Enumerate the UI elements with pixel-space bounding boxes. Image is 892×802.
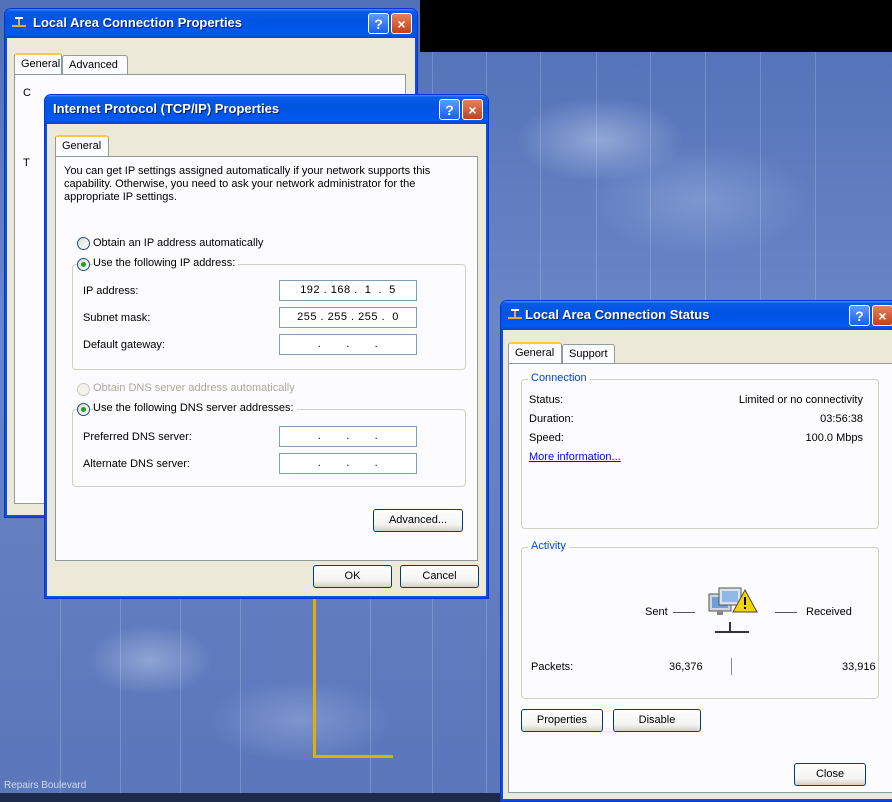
close-button[interactable]: ×: [391, 13, 412, 34]
map-road: [313, 595, 316, 755]
close-icon: ×: [397, 16, 406, 32]
close-button[interactable]: ×: [872, 305, 892, 326]
tab-panel: Connection Status: Limited or no connect…: [508, 363, 892, 793]
close-icon: ×: [878, 308, 887, 324]
connection-legend: Connection: [528, 372, 590, 384]
speed-value: 100.0 Mbps: [805, 432, 863, 444]
lac-properties-titlebar[interactable]: Local Area Connection Properties ? ×: [5, 9, 417, 38]
alternate-dns-label: Alternate DNS server:: [83, 458, 190, 470]
ip-address-field[interactable]: 192 . 168 . 1 . 5: [279, 280, 417, 301]
activity-legend: Activity: [528, 540, 569, 552]
duration-label: Duration:: [529, 413, 574, 425]
help-icon: ?: [445, 102, 454, 118]
ip-address-label: IP address:: [83, 285, 139, 297]
radio-label: Use the following IP address:: [93, 257, 239, 269]
window-title: Local Area Connection Status: [525, 307, 710, 322]
received-line: [775, 612, 797, 613]
help-button[interactable]: ?: [849, 305, 870, 326]
preferred-dns-label: Preferred DNS server:: [83, 431, 192, 443]
sent-label: Sent: [645, 606, 668, 618]
window-title: Internet Protocol (TCP/IP) Properties: [53, 101, 280, 116]
tcpip-properties-window[interactable]: Internet Protocol (TCP/IP) Properties ? …: [44, 94, 489, 599]
packets-received-value: 33,916: [842, 661, 876, 673]
map-label: Repairs Boulevard: [4, 780, 87, 791]
packets-divider: [731, 658, 732, 675]
help-icon: ?: [855, 308, 864, 324]
properties-button[interactable]: Properties: [521, 709, 603, 732]
radio-label: Use the following DNS server addresses:: [93, 402, 297, 414]
packets-sent-value: 36,376: [669, 661, 703, 673]
radio-use-following-ip[interactable]: [77, 258, 90, 271]
network-icon: [708, 587, 758, 633]
partial-label: C: [23, 87, 31, 99]
activity-group: Activity: [521, 540, 879, 699]
window-body: General You can get IP settings assigned…: [48, 124, 485, 595]
duration-value: 03:56:38: [820, 413, 863, 425]
tab-general[interactable]: General: [14, 53, 62, 74]
radio-label: Obtain an IP address automatically: [93, 237, 264, 249]
alternate-dns-field[interactable]: . . .: [279, 453, 417, 474]
status-label: Status:: [529, 394, 564, 406]
map-road: [313, 755, 393, 758]
tab-general[interactable]: General: [508, 342, 562, 363]
description-text: You can get IP settings assigned automat…: [64, 165, 431, 203]
network-icon: [12, 17, 26, 27]
status-titlebar[interactable]: Local Area Connection Status ? ×: [501, 301, 892, 330]
help-button[interactable]: ?: [368, 13, 389, 34]
preferred-dns-field[interactable]: . . .: [279, 426, 417, 447]
cancel-button[interactable]: Cancel: [400, 565, 479, 588]
window-body: General Support Connection Status: Limit…: [504, 330, 892, 798]
sent-line: [673, 612, 695, 613]
packets-label: Packets:: [531, 661, 574, 673]
default-gateway-label: Default gateway:: [83, 339, 165, 351]
lac-status-window[interactable]: Local Area Connection Status ? × General…: [500, 300, 892, 802]
speed-label: Speed:: [529, 432, 564, 444]
help-icon: ?: [374, 16, 383, 32]
received-label: Received: [806, 606, 852, 618]
tcpip-titlebar[interactable]: Internet Protocol (TCP/IP) Properties ? …: [45, 95, 488, 124]
radio-use-following-dns[interactable]: [77, 403, 90, 416]
ok-button[interactable]: OK: [313, 565, 392, 588]
more-information-link[interactable]: More information...: [529, 451, 621, 463]
advanced-button[interactable]: Advanced...: [373, 509, 463, 532]
radio-label: Obtain DNS server address automatically: [93, 382, 295, 394]
subnet-mask-field[interactable]: 255 . 255 . 255 . 0: [279, 307, 417, 328]
status-value: Limited or no connectivity: [738, 394, 863, 406]
tab-support[interactable]: Support: [562, 344, 615, 363]
partial-label: T: [23, 157, 30, 169]
tab-general[interactable]: General: [55, 135, 109, 156]
network-icon: [508, 309, 522, 319]
tab-advanced[interactable]: Advanced: [62, 55, 128, 74]
disable-button[interactable]: Disable: [613, 709, 701, 732]
desktop-black-region: [420, 0, 892, 52]
default-gateway-field[interactable]: . . .: [279, 334, 417, 355]
close-button[interactable]: ×: [462, 99, 483, 120]
close-icon: ×: [468, 102, 477, 118]
radio-obtain-dns-auto[interactable]: [77, 383, 90, 396]
radio-obtain-ip-auto[interactable]: [77, 237, 90, 250]
close-dialog-button[interactable]: Close: [794, 763, 866, 786]
help-button[interactable]: ?: [439, 99, 460, 120]
window-title: Local Area Connection Properties: [33, 15, 243, 30]
tab-panel: You can get IP settings assigned automat…: [55, 156, 478, 561]
subnet-mask-label: Subnet mask:: [83, 312, 151, 324]
dns-group: [72, 409, 466, 487]
